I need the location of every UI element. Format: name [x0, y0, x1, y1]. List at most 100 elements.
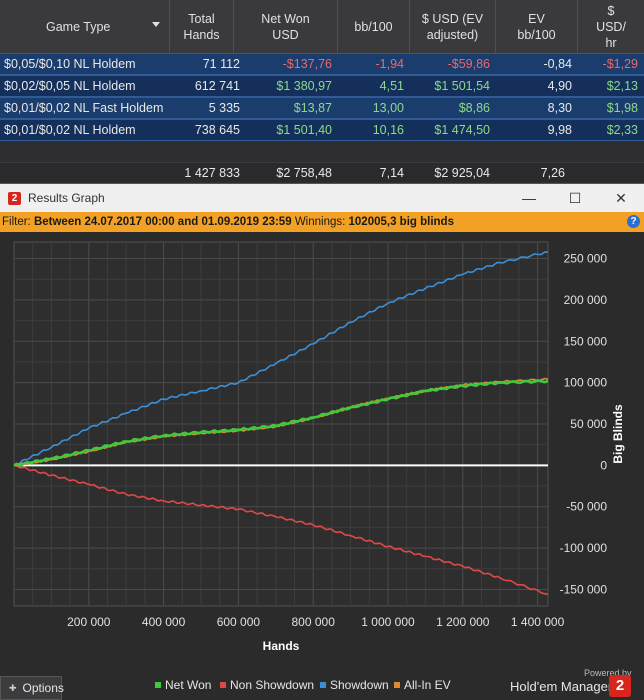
hm2-logo-icon: 2	[8, 192, 21, 205]
x-tick-label: 1 400 000	[511, 615, 565, 629]
cell-game-type: $0,05/$0,10 NL Holdem	[4, 57, 136, 71]
legend-swatch	[155, 681, 161, 688]
cell-usd-hr: $1,98	[606, 101, 638, 115]
y-tick-label: 50 000	[570, 417, 607, 431]
legend-net-won[interactable]: Net Won	[155, 678, 211, 692]
legend-allin-ev[interactable]: All-In EV	[394, 678, 451, 692]
y-tick-label: -150 000	[560, 582, 608, 596]
table-header: Game Type Total Hands Net Won USD bb/100…	[0, 0, 644, 54]
cell-usd-hr: $2,13	[606, 79, 638, 93]
y-tick-label: -50 000	[566, 500, 607, 514]
column-header-ev-usd[interactable]: $ USD (EV adjusted)	[410, 0, 496, 54]
results-chart: 200 000 400 000 600 000 800 000 1 000 000 1 2…	[0, 232, 644, 652]
y-tick-label: 0	[600, 458, 607, 472]
y-tick-label: 150 000	[564, 334, 608, 348]
cell-net-won: $13,87	[293, 101, 332, 115]
total-bb100: 7,14	[379, 166, 404, 180]
winnings-label: Winnings:	[294, 216, 346, 228]
column-header-label: EV bb/100	[517, 12, 556, 42]
options-button[interactable]: ✚ Options	[0, 676, 64, 700]
x-tick-label: 1 000 000	[361, 615, 415, 629]
legend-showdown[interactable]: Showdown	[320, 678, 389, 692]
column-header-game-type[interactable]: Game Type	[0, 0, 170, 54]
x-tick-label: 600 000	[217, 615, 261, 629]
stats-table: Game Type Total Hands Net Won USD bb/100…	[0, 0, 644, 183]
cell-game-type: $0,01/$0,02 NL Holdem	[4, 123, 136, 137]
cell-ev-usd: $8,86	[458, 101, 490, 115]
cell-bb100: 4,51	[379, 79, 404, 93]
x-axis-label: Hands	[263, 639, 300, 652]
x-tick-label: 200 000	[67, 615, 111, 629]
legend-swatch	[220, 681, 226, 688]
total-net-won: $2 758,48	[276, 166, 332, 180]
x-tick-label: 400 000	[142, 615, 186, 629]
table-row[interactable]: $0,02/$0,05 NL Holdem 612 741 $1 380,97 …	[0, 75, 644, 97]
cell-ev-bb100: 9,98	[547, 123, 572, 137]
x-tick-label: 800 000	[291, 615, 335, 629]
column-header-label: $ USD (EV adjusted)	[421, 12, 484, 42]
column-header-net-won[interactable]: Net Won USD	[234, 0, 338, 54]
legend-swatch	[320, 681, 326, 688]
cell-usd-hr: $2,33	[606, 123, 638, 137]
column-header-bb100[interactable]: bb/100	[338, 0, 410, 54]
cell-ev-bb100: -0,84	[543, 57, 573, 71]
table-row[interactable]: $0,01/$0,02 NL Holdem 738 645 $1 501,40 …	[0, 119, 644, 141]
winnings-value: 102005,3 big blinds	[348, 216, 454, 228]
table-totals-row: 1 427 833 $2 758,48 7,14 $2 925,04 7,26	[0, 162, 644, 182]
table-row[interactable]: $0,01/$0,02 NL Fast Holdem 5 335 $13,87 …	[0, 97, 644, 119]
y-tick-label: -100 000	[560, 541, 608, 555]
filter-label: Filter:	[2, 216, 31, 228]
column-header-usd-hr[interactable]: $ USD/ hr	[578, 0, 644, 54]
column-header-label: Total Hands	[183, 12, 220, 42]
sort-dropdown-icon[interactable]	[152, 22, 160, 27]
x-tick-label: 1 200 000	[436, 615, 490, 629]
cell-ev-usd: $1 501,54	[434, 79, 490, 93]
results-graph-window: 2 Results Graph — ☐ ✕ Filter: Between 24…	[0, 183, 644, 700]
window-title: Results Graph	[28, 191, 105, 205]
help-icon[interactable]: ?	[627, 215, 640, 228]
cell-net-won: $1 501,40	[276, 123, 332, 137]
hm2-brand-logo-icon: 2	[609, 675, 631, 697]
cell-bb100: 13,00	[372, 101, 404, 115]
cell-usd-hr: -$1,29	[602, 57, 638, 71]
filter-bar: Filter: Between 24.07.2017 00:00 and 01.…	[0, 212, 644, 232]
column-header-label: bb/100	[354, 20, 393, 34]
filter-range: Between 24.07.2017 00:00 and 01.09.2019 …	[33, 216, 292, 228]
y-tick-label: 250 000	[564, 252, 608, 266]
total-ev-bb100: 7,26	[540, 166, 565, 180]
legend-label: Net Won	[165, 678, 212, 692]
cell-game-type: $0,02/$0,05 NL Holdem	[4, 79, 136, 93]
column-header-label: Game Type	[46, 20, 111, 34]
results-chart-svg: 200 000 400 000 600 000 800 000 1 000 000 1 2…	[13, 241, 625, 652]
cell-net-won: $1 380,97	[276, 79, 332, 93]
cell-bb100: -1,94	[375, 57, 405, 71]
y-tick-label: 200 000	[564, 293, 608, 307]
legend-non-showdown[interactable]: Non Showdown	[220, 678, 314, 692]
maximize-button[interactable]: ☐	[552, 184, 598, 212]
minimize-button[interactable]: —	[506, 184, 552, 212]
column-header-ev-bb100[interactable]: EV bb/100	[496, 0, 578, 54]
legend-label: Showdown	[330, 678, 389, 692]
cell-bb100: 10,16	[372, 123, 404, 137]
y-tick-label: 100 000	[564, 376, 608, 390]
legend-label: Non Showdown	[230, 678, 315, 692]
cell-net-won: -$137,76	[282, 57, 332, 71]
cell-ev-bb100: 8,30	[547, 101, 572, 115]
column-header-label: $ USD/ hr	[596, 4, 626, 50]
legend-swatch	[394, 681, 400, 688]
options-label: Options	[22, 681, 64, 695]
cell-game-type: $0,01/$0,02 NL Fast Holdem	[4, 101, 164, 115]
brand-name: Hold'em Manager	[510, 679, 613, 694]
cell-ev-usd: -$59,86	[447, 57, 490, 71]
total-ev-usd: $2 925,04	[434, 166, 490, 180]
cell-ev-bb100: 4,90	[547, 79, 572, 93]
window-titlebar[interactable]: 2 Results Graph — ☐ ✕	[0, 184, 644, 212]
y-axis-label: Big Blinds	[611, 404, 625, 464]
legend-label: All-In EV	[404, 678, 451, 692]
column-header-total-hands[interactable]: Total Hands	[170, 0, 234, 54]
cell-ev-usd: $1 474,50	[434, 123, 490, 137]
column-header-label: Net Won USD	[261, 12, 310, 42]
plus-icon: ✚	[9, 682, 17, 693]
close-button[interactable]: ✕	[598, 184, 644, 212]
table-row[interactable]: $0,05/$0,10 NL Holdem 71 112 -$137,76 -1…	[0, 53, 644, 75]
